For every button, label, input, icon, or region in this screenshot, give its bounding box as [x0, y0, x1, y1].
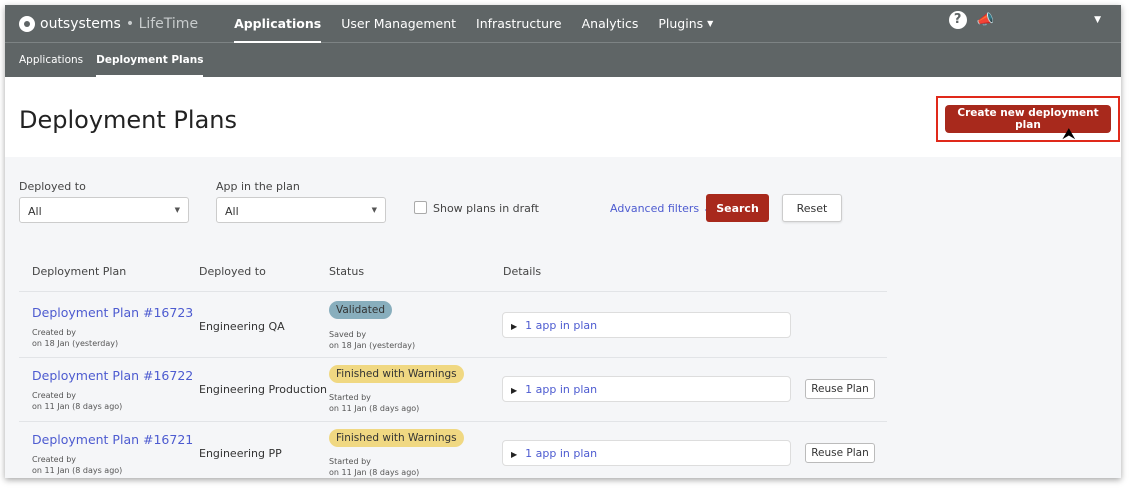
plan-created: Created by on 11 Jan (8 days ago) [32, 391, 123, 411]
table-row: Deployment Plan #16723 Created by on 18 J… [19, 292, 887, 357]
dropdown-arrow-icon: ▼ [371, 206, 377, 214]
brand-sep: • [125, 15, 135, 32]
nav-plugins[interactable]: Plugins ▼ [648, 5, 723, 42]
app-in-plan-select[interactable]: All ▼ [216, 197, 386, 223]
status-badge: Validated [329, 301, 392, 319]
nav-infrastructure[interactable]: Infrastructure [466, 5, 572, 42]
app-in-plan-value: All [225, 205, 239, 218]
details-expander[interactable]: ▶ 1 app in plan [502, 312, 791, 338]
status-badge: Finished with Warnings [329, 429, 464, 447]
details-expander[interactable]: ▶ 1 app in plan [502, 440, 791, 466]
expand-triangle-icon: ▶ [511, 386, 518, 395]
logo[interactable]: outsystems • LifeTime [19, 15, 199, 32]
col-header-plan: Deployment Plan [32, 265, 127, 278]
nav-plugins-label: Plugins [658, 16, 704, 31]
subnav-deployment-plans[interactable]: Deployment Plans [96, 43, 204, 77]
status-badge: Finished with Warnings [329, 365, 464, 383]
brand-name: outsystems [40, 15, 121, 32]
details-text: 1 app in plan [525, 383, 598, 396]
col-header-details: Details [503, 265, 542, 278]
nav-applications[interactable]: Applications [224, 5, 331, 43]
show-drafts-label[interactable]: Show plans in draft [433, 202, 539, 215]
mouse-cursor-icon: ⮝ [1062, 124, 1076, 143]
plan-link[interactable]: Deployment Plan #16722 [32, 368, 193, 383]
reuse-plan-button[interactable]: Reuse Plan [805, 379, 875, 399]
megaphone-icon[interactable]: 📣 [977, 12, 994, 28]
page-title: Deployment Plans [19, 106, 237, 134]
brand-product: LifeTime [138, 15, 199, 32]
page-header: Deployment Plans Create new deployment p… [5, 77, 1121, 157]
help-icon[interactable]: ? [948, 11, 967, 29]
deployed-to-select[interactable]: All ▼ [19, 197, 189, 223]
plan-link[interactable]: Deployment Plan #16723 [32, 305, 193, 320]
col-header-status: Status [329, 265, 365, 278]
deployed-to-label: Deployed to [19, 180, 86, 193]
top-nav-bar: outsystems • LifeTime Applications User … [5, 5, 1121, 43]
deployed-to: Engineering Production [199, 383, 328, 396]
advanced-filters-link[interactable]: Advanced filters ⌄ [610, 202, 712, 215]
details-expander[interactable]: ▶ 1 app in plan [502, 376, 791, 402]
show-drafts-checkbox[interactable] [414, 201, 427, 214]
sub-nav-bar: Applications Deployment Plans [5, 43, 1121, 77]
expand-triangle-icon: ▶ [511, 450, 518, 459]
logo-icon [19, 15, 35, 32]
status-meta: Started by on 11 Jan (8 days ago) [329, 457, 420, 477]
nav-analytics[interactable]: Analytics [572, 5, 649, 42]
deployed-to: Engineering QA [199, 320, 285, 333]
highlight-box: Create new deployment plan ⮝ [936, 96, 1120, 143]
create-deployment-plan-button[interactable]: Create new deployment plan [945, 105, 1111, 133]
reset-button[interactable]: Reset [782, 194, 842, 222]
subnav-applications[interactable]: Applications [19, 43, 83, 77]
deployed-to-value: All [28, 205, 42, 218]
col-header-deployed-to: Deployed to [199, 265, 266, 278]
user-menu-caret-icon[interactable]: ▼ [1094, 15, 1101, 25]
dropdown-arrow-icon: ▼ [174, 206, 180, 214]
table-row: Deployment Plan #16722 Created by on 11 J… [19, 358, 887, 421]
chevron-down-icon: ▼ [707, 19, 714, 28]
deployed-to: Engineering PP [199, 447, 282, 460]
status-meta: Started by on 11 Jan (8 days ago) [329, 393, 420, 413]
status-meta: Saved by on 18 Jan (yesterday) [329, 330, 416, 350]
plan-link[interactable]: Deployment Plan #16721 [32, 432, 193, 447]
nav-user-management[interactable]: User Management [331, 5, 466, 42]
search-button[interactable]: Search [706, 194, 769, 222]
details-text: 1 app in plan [525, 447, 598, 460]
plan-created: Created by on 18 Jan (yesterday) [32, 328, 119, 348]
expand-triangle-icon: ▶ [511, 322, 518, 331]
lifetime-window: outsystems • LifeTime Applications User … [5, 5, 1121, 478]
app-in-plan-label: App in the plan [216, 180, 300, 193]
reuse-plan-button[interactable]: Reuse Plan [805, 443, 875, 463]
details-text: 1 app in plan [525, 319, 598, 332]
plan-created: Created by on 11 Jan (8 days ago) [32, 455, 123, 475]
table-row: Deployment Plan #16721 Created by on 11 J… [19, 422, 887, 478]
